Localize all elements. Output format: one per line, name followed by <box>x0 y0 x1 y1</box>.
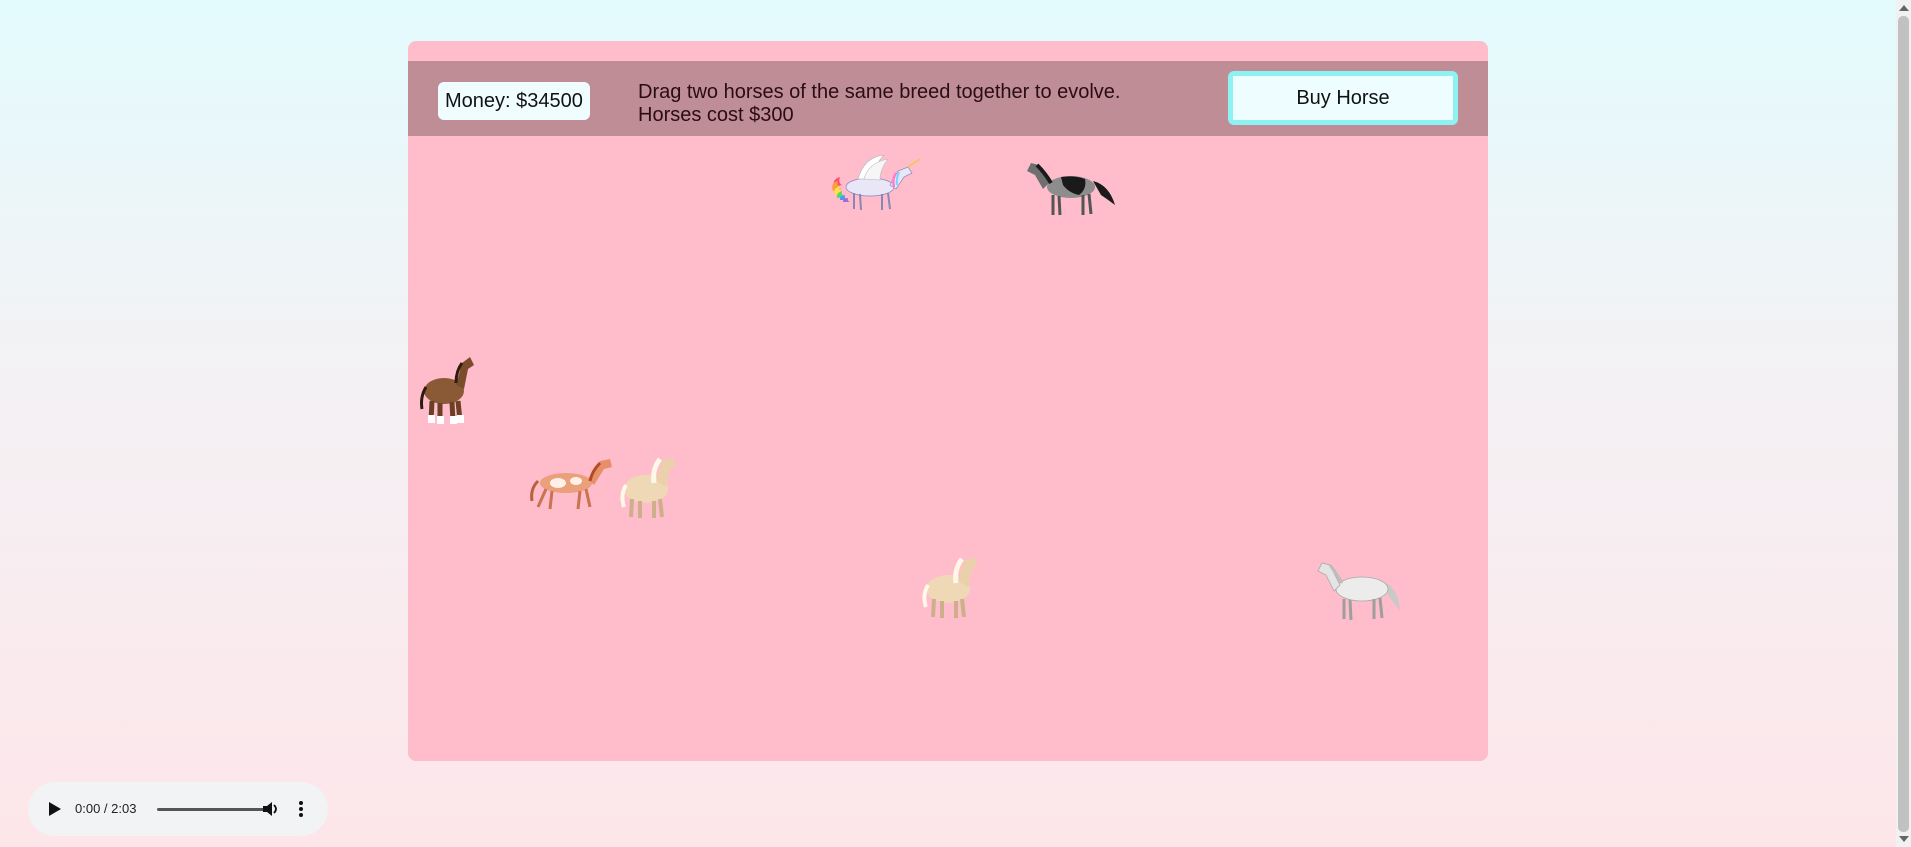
volume-icon[interactable] <box>262 800 280 818</box>
unicorn-pegasus-horse[interactable] <box>828 153 928 215</box>
top-bar: Money: $34500 Drag two horses of the sam… <box>408 61 1488 136</box>
scroll-down-arrow-icon[interactable] <box>1899 836 1909 842</box>
black-grey-horse[interactable] <box>1023 155 1123 219</box>
audio-time: 0:00 / 2:03 <box>75 801 137 816</box>
instructions: Drag two horses of the same breed togeth… <box>638 81 1121 127</box>
palomino-pony-1[interactable] <box>616 451 680 523</box>
instruction-line-2: Horses cost $300 <box>638 104 794 126</box>
audio-progress-slider[interactable] <box>157 808 265 811</box>
page-scrollbar[interactable] <box>1896 0 1911 847</box>
buy-horse-button[interactable]: Buy Horse <box>1228 71 1458 125</box>
instruction-line-1: Drag two horses of the same breed togeth… <box>638 81 1121 103</box>
palomino-pony-2[interactable] <box>918 551 982 623</box>
white-grey-horse[interactable] <box>1316 553 1408 625</box>
money-display: Money: $34500 <box>438 82 590 120</box>
chestnut-pinto-horse[interactable] <box>528 451 620 513</box>
scroll-up-arrow-icon[interactable] <box>1899 5 1909 11</box>
scroll-thumb[interactable] <box>1898 16 1909 832</box>
more-options-icon[interactable] <box>299 800 303 818</box>
audio-player: 0:00 / 2:03 <box>28 782 328 836</box>
brown-clydesdale-horse[interactable] <box>416 351 478 427</box>
game-field: Money: $34500 Drag two horses of the sam… <box>408 41 1488 761</box>
play-icon[interactable] <box>49 802 61 816</box>
